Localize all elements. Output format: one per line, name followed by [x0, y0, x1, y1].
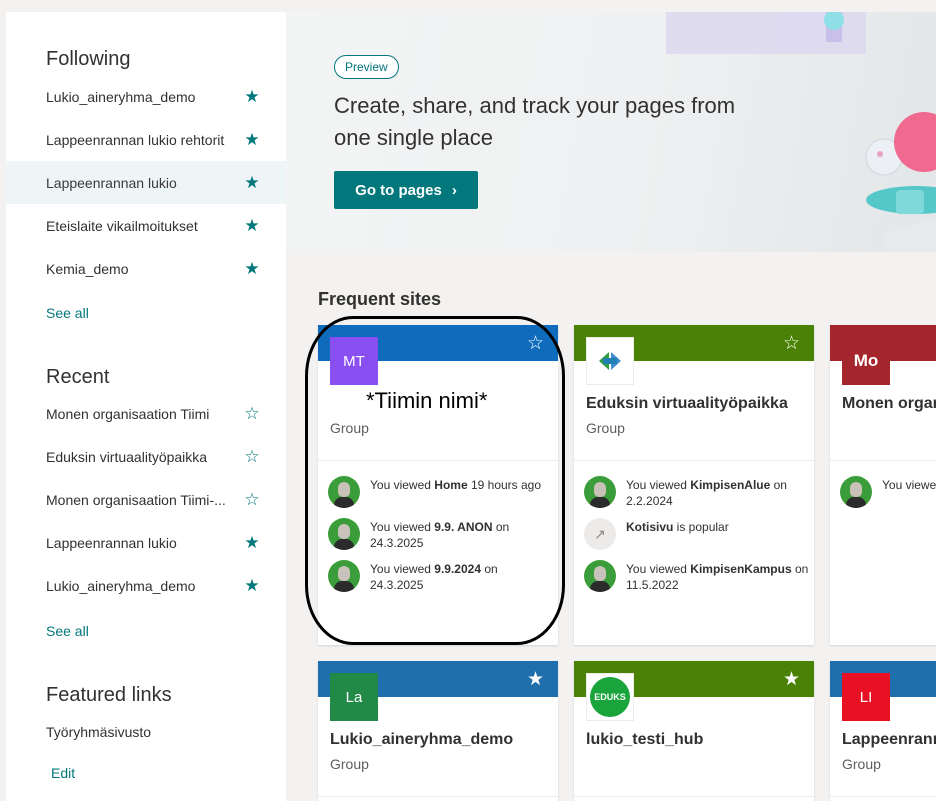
activity-item[interactable]: You viewe	[840, 476, 936, 508]
sidebar-item-following-2[interactable]: Lappeenrannan lukio rehtorit ★	[6, 118, 286, 161]
site-logo: La	[330, 673, 378, 721]
sidebar-item-recent-3[interactable]: Monen organisaation Tiimi-... ☆	[6, 478, 286, 521]
eduks-logo-icon: EDUKS	[586, 673, 634, 721]
activity-item[interactable]: You viewed 9.9.2024 on 24.3.2025	[328, 560, 553, 593]
site-name: Monen organ Jakokannu	[842, 395, 936, 412]
star-outline-icon[interactable]: ☆	[240, 447, 264, 467]
star-filled-icon[interactable]: ★	[240, 87, 264, 107]
recent-see-all-link[interactable]: See all	[46, 623, 89, 639]
featured-links-title: Featured links	[46, 684, 172, 706]
sidebar-item-recent-4[interactable]: Lappeenrannan lukio ★	[6, 521, 286, 564]
site-type: Group	[330, 420, 369, 436]
frequent-sites-title: Frequent sites	[318, 289, 442, 309]
star-filled-icon[interactable]: ★	[240, 533, 264, 553]
annotation-text: *Tiimin nimi*	[366, 388, 488, 413]
star-filled-icon[interactable]: ★	[783, 668, 800, 691]
sidebar-item-recent-1[interactable]: Monen organisaation Tiimi ☆	[6, 392, 286, 435]
sidebar-item-label: Eteislaite vikailmoitukset	[46, 217, 198, 234]
go-to-pages-button[interactable]: Go to pages ›	[334, 171, 478, 209]
sidebar-item-label: Monen organisaation Tiimi-...	[46, 491, 226, 508]
recent-title: Recent	[46, 366, 110, 388]
hero-title: Create, share, and track your pages from…	[334, 93, 736, 150]
sidebar-item-following-1[interactable]: Lukio_aineryhma_demo ★	[6, 75, 286, 118]
activity-text: Kotisivu is popular	[626, 520, 729, 534]
sidebar-item-label: Lappeenrannan lukio	[46, 174, 177, 191]
site-logo: LI	[842, 673, 890, 721]
sidebar-item-following-5[interactable]: Kemia_demo ★	[6, 247, 286, 290]
site-card-1[interactable]: ☆ MT Group You viewed Home 19 hours ago …	[318, 325, 558, 645]
sidebar-item-label: Lukio_aineryhma_demo	[46, 88, 196, 105]
activity-item[interactable]: You viewed Home 19 hours ago	[328, 476, 553, 508]
star-filled-icon[interactable]: ★	[240, 576, 264, 596]
star-outline-icon[interactable]: ☆	[527, 332, 544, 355]
card-divider	[318, 460, 558, 461]
star-outline-icon[interactable]: ☆	[240, 490, 264, 510]
star-filled-icon[interactable]: ★	[240, 130, 264, 150]
activity-text: You viewed KimpisenKampus on 11.5.2022	[626, 562, 809, 592]
site-card-5[interactable]: ★ EDUKS lukio_testi_hub	[574, 661, 814, 801]
star-filled-icon[interactable]: ★	[240, 259, 264, 279]
star-filled-icon[interactable]: ★	[240, 173, 264, 193]
activity-item[interactable]: You viewed KimpisenKampus on 11.5.2022	[584, 560, 809, 593]
following-see-all-link[interactable]: See all	[46, 305, 89, 321]
eduks-logo-text: EDUKS	[590, 677, 630, 717]
site-name: lukio_testi_hub	[586, 731, 704, 748]
sidebar-item-following-3[interactable]: Lappeenrannan lukio ★	[6, 161, 286, 204]
site-logo: MT	[330, 337, 378, 385]
avatar	[328, 476, 360, 508]
go-to-pages-label: Go to pages	[355, 181, 442, 199]
activity-text: You viewed KimpisenAlue on 2.2.2024	[626, 478, 787, 508]
sidebar: Following Lukio_aineryhma_demo ★ Lappeen…	[6, 12, 286, 801]
site-card-4[interactable]: ★ La Lukio_aineryhma_demo Group	[318, 661, 558, 801]
card-divider	[318, 796, 558, 797]
sidebar-item-recent-5[interactable]: Lukio_aineryhma_demo ★	[6, 564, 286, 607]
star-outline-icon[interactable]: ☆	[240, 404, 264, 424]
activity-text: You viewed 9.9. ANON on 24.3.2025	[370, 520, 510, 550]
site-card-2[interactable]: ☆ Eduksin virtuaalityöpaikka Group You v…	[574, 325, 814, 645]
site-type: Group	[586, 420, 625, 436]
site-name: Eduksin virtuaalityöpaikka	[586, 395, 788, 412]
sidebar-item-label: Monen organisaation Tiimi	[46, 405, 210, 422]
chevron-right-icon: ›	[451, 181, 457, 199]
star-filled-icon[interactable]: ★	[527, 668, 544, 691]
sidebar-item-label: Lappeenrannan lukio rehtorit	[46, 131, 225, 148]
site-type: Group	[330, 756, 369, 772]
activity-item[interactable]: ↗ Kotisivu is popular	[584, 518, 809, 550]
following-title: Following	[46, 48, 131, 70]
eduksin-logo-icon	[586, 337, 634, 385]
activity-text: You viewed 9.9.2024 on 24.3.2025	[370, 562, 498, 592]
sidebar-item-label: Eduksin virtuaalityöpaikka	[46, 448, 208, 465]
sidebar-item-label: Kemia_demo	[46, 260, 129, 277]
activity-text: You viewe	[882, 478, 936, 492]
activity-item[interactable]: You viewed KimpisenAlue on 2.2.2024	[584, 476, 809, 509]
card-divider	[574, 460, 814, 461]
site-card-3[interactable]: Mo Monen organ Jakokannu You viewe	[830, 325, 936, 645]
site-type: Group	[842, 756, 881, 772]
card-divider	[574, 796, 814, 797]
hero-banner: Preview Create, share, and track your pa…	[286, 12, 936, 252]
avatar	[840, 476, 872, 508]
trending-icon: ↗	[584, 518, 616, 550]
star-filled-icon[interactable]: ★	[240, 216, 264, 236]
avatar	[584, 476, 616, 508]
activity-item[interactable]: You viewed 9.9. ANON on 24.3.2025	[328, 518, 553, 551]
avatar	[328, 560, 360, 592]
avatar	[328, 518, 360, 550]
sidebar-item-label: Lappeenrannan lukio	[46, 534, 177, 551]
site-card-6[interactable]: LI Lappeenrann Group	[830, 661, 936, 801]
activity-text: You viewed Home 19 hours ago	[370, 478, 542, 492]
site-logo: Mo	[842, 337, 890, 385]
sidebar-item-following-4[interactable]: Eteislaite vikailmoitukset ★	[6, 204, 286, 247]
star-outline-icon[interactable]: ☆	[783, 332, 800, 355]
featured-link-item[interactable]: Työryhmäsivusto	[46, 724, 151, 740]
card-divider	[830, 460, 936, 461]
preview-badge: Preview	[334, 55, 399, 79]
sidebar-item-recent-2[interactable]: Eduksin virtuaalityöpaikka ☆	[6, 435, 286, 478]
site-name: Lukio_aineryhma_demo	[330, 731, 514, 748]
site-name: Lappeenrann	[842, 731, 936, 748]
sidebar-item-label: Lukio_aineryhma_demo	[46, 577, 196, 594]
featured-edit-link[interactable]: Edit	[51, 765, 75, 781]
card-divider	[830, 796, 936, 797]
avatar	[584, 560, 616, 592]
